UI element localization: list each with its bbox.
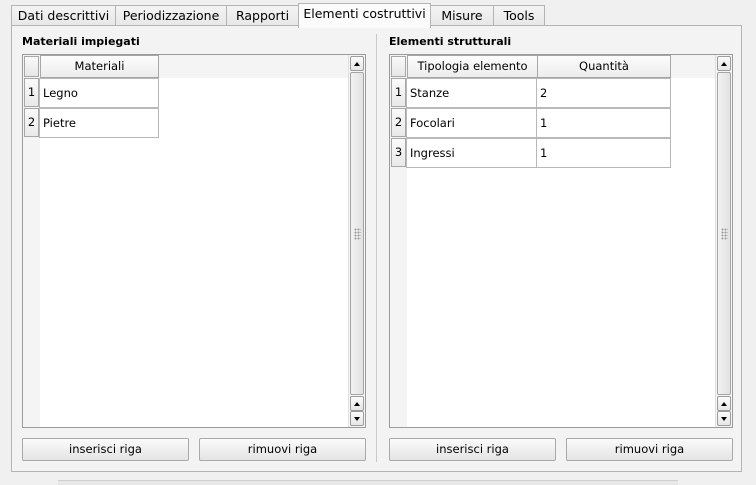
- inserisci-riga-button-left[interactable]: inserisci riga: [22, 438, 189, 461]
- grip-icon: [721, 227, 728, 240]
- scroll-up-button[interactable]: [350, 396, 364, 411]
- row-header[interactable]: 1: [24, 78, 39, 107]
- table-corner-button[interactable]: [24, 56, 39, 77]
- elementi-table[interactable]: Tipologia elemento Quantità 1 Stanze 2 2…: [389, 54, 733, 428]
- table-cell[interactable]: 1: [536, 138, 671, 168]
- row-header[interactable]: 2: [24, 108, 39, 137]
- column-header-quantita[interactable]: Quantità: [537, 55, 671, 78]
- column-header-tipologia[interactable]: Tipologia elemento: [407, 55, 538, 78]
- scroll-up-button[interactable]: [350, 56, 364, 71]
- vertical-scrollbar[interactable]: [715, 55, 732, 427]
- rimuovi-riga-button-left[interactable]: rimuovi riga: [199, 438, 366, 461]
- tab-elementi-costruttivi[interactable]: Elementi costruttivi: [298, 3, 431, 28]
- row-header[interactable]: 3: [391, 138, 406, 167]
- inserisci-riga-button-right[interactable]: inserisci riga: [389, 438, 556, 461]
- column-header-materiali[interactable]: Materiali: [40, 55, 159, 78]
- scrollbar-thumb[interactable]: [717, 72, 731, 395]
- triangle-up-icon: [721, 61, 727, 66]
- table-cell[interactable]: Pietre: [39, 108, 159, 138]
- section-divider: [376, 34, 377, 462]
- table-cell[interactable]: Ingressi: [406, 138, 537, 168]
- triangle-down-icon: [354, 416, 360, 421]
- rimuovi-riga-button-right[interactable]: rimuovi riga: [566, 438, 733, 461]
- table-cell[interactable]: 2: [536, 78, 671, 108]
- elementi-section-title: Elementi strutturali: [389, 35, 512, 48]
- tab-misure[interactable]: Misure: [430, 5, 494, 27]
- tab-tools[interactable]: Tools: [493, 5, 545, 27]
- scroll-up-button[interactable]: [717, 56, 731, 71]
- scrollbar-thumb[interactable]: [350, 72, 364, 395]
- vertical-scrollbar[interactable]: [348, 55, 365, 427]
- row-header[interactable]: 2: [391, 108, 406, 137]
- triangle-down-icon: [721, 416, 727, 421]
- triangle-up-icon: [354, 401, 360, 406]
- tab-rapporti[interactable]: Rapporti: [226, 5, 299, 27]
- triangle-up-icon: [354, 61, 360, 66]
- scroll-up-button[interactable]: [717, 396, 731, 411]
- table-cell[interactable]: Stanze: [406, 78, 537, 108]
- scroll-down-button[interactable]: [717, 411, 731, 426]
- triangle-up-icon: [721, 401, 727, 406]
- table-cell[interactable]: 1: [536, 108, 671, 138]
- materiali-section-title: Materiali impiegati: [22, 35, 140, 48]
- grip-icon: [354, 227, 361, 240]
- table-cell[interactable]: Legno: [39, 78, 159, 108]
- tab-dati-descrittivi[interactable]: Dati descrittivi: [11, 5, 116, 27]
- tab-periodizzazione[interactable]: Periodizzazione: [115, 5, 227, 27]
- row-header[interactable]: 1: [391, 78, 406, 107]
- scroll-down-button[interactable]: [350, 411, 364, 426]
- materiali-table[interactable]: Materiali 1 Legno 2 Pietre: [22, 54, 366, 428]
- table-corner-button[interactable]: [391, 56, 406, 77]
- table-cell[interactable]: Focolari: [406, 108, 537, 138]
- bottom-edge: [58, 480, 678, 485]
